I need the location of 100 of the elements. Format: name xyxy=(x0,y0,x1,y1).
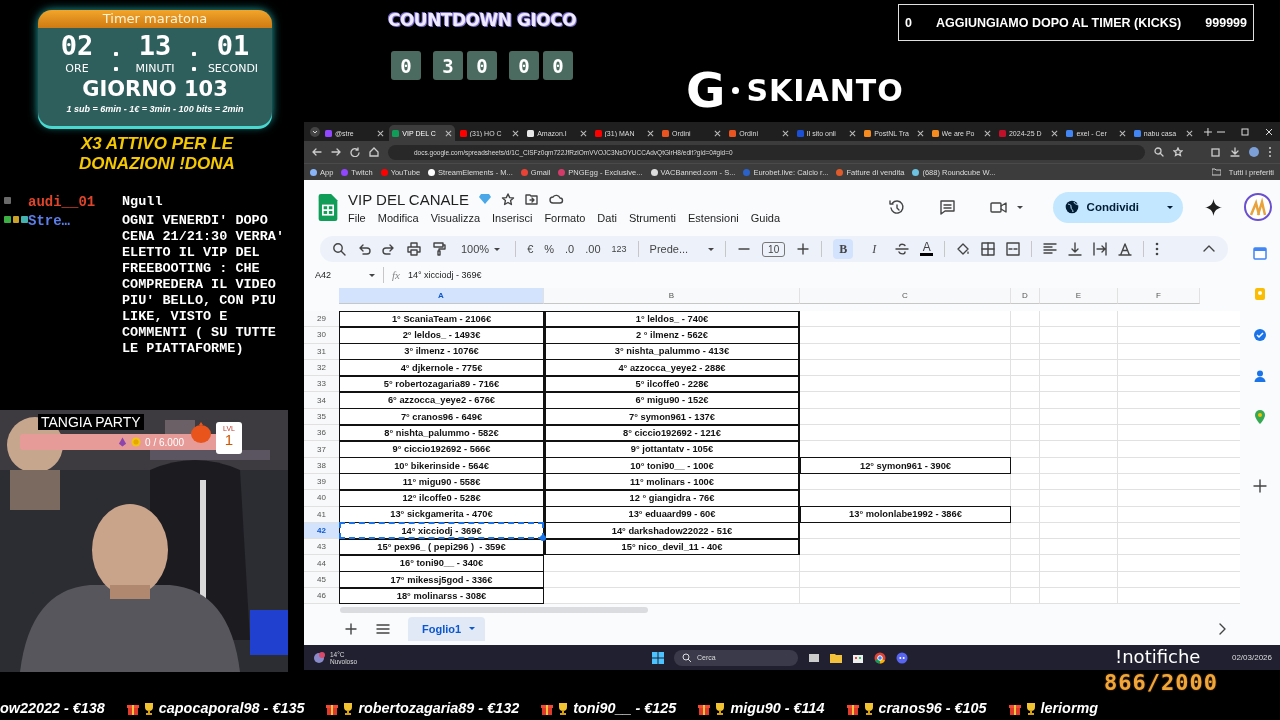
menu-item[interactable]: Strumenti xyxy=(628,211,676,224)
close-icon[interactable] xyxy=(1264,126,1275,137)
strikethrough-icon[interactable] xyxy=(895,242,910,256)
zoom-icon[interactable] xyxy=(1154,147,1164,157)
move-folder-icon[interactable] xyxy=(524,192,539,206)
sheets-logo-icon[interactable] xyxy=(318,193,338,221)
logo-mark: G xyxy=(686,66,726,114)
close-icon[interactable] xyxy=(444,129,452,137)
new-tab-icon[interactable] xyxy=(1204,127,1213,136)
home-icon[interactable] xyxy=(369,147,379,157)
row-number: 30 xyxy=(304,327,339,344)
italic-button[interactable]: I xyxy=(864,239,885,259)
font-select[interactable]: Prede... xyxy=(649,243,715,255)
tasks-icon[interactable] xyxy=(1253,328,1267,342)
menu-item[interactable]: File xyxy=(348,211,366,224)
map-pin-icon[interactable] xyxy=(1253,410,1267,424)
menu-item[interactable]: Guida xyxy=(750,211,781,224)
merge-cells-icon[interactable] xyxy=(1006,242,1021,256)
start-icon[interactable] xyxy=(652,651,664,664)
add-sheet-icon[interactable] xyxy=(344,621,358,636)
contacts-icon[interactable] xyxy=(1253,369,1267,383)
formula-field[interactable]: 14° xicciodj - 369€ xyxy=(407,270,482,280)
redo-icon[interactable] xyxy=(382,242,396,256)
more-vertical-icon[interactable] xyxy=(1155,242,1160,256)
caret-icon xyxy=(1016,205,1023,209)
reload-icon[interactable] xyxy=(350,147,360,157)
scrollbar-thumb[interactable] xyxy=(340,606,648,613)
menu-icon[interactable] xyxy=(376,621,390,636)
decrease-decimals[interactable]: .0 xyxy=(565,243,575,255)
share-button[interactable]: Condividi xyxy=(1052,191,1183,223)
number-format[interactable]: 123 xyxy=(611,244,627,254)
menu-item[interactable]: Modifica xyxy=(377,211,419,224)
text-color-button[interactable]: A xyxy=(920,242,934,256)
undo-icon[interactable] xyxy=(357,242,371,256)
bold-button[interactable]: B xyxy=(833,239,854,259)
currency-format[interactable]: € xyxy=(527,243,534,255)
close-icon[interactable] xyxy=(983,129,991,137)
fill-color-icon[interactable] xyxy=(956,242,971,256)
download-icon[interactable] xyxy=(1230,147,1240,157)
sparkle-icon[interactable] xyxy=(1205,198,1222,216)
folder-icon[interactable] xyxy=(830,651,842,664)
chrome-icon[interactable] xyxy=(874,651,886,664)
forward-icon[interactable] xyxy=(331,147,341,157)
mascot-icon xyxy=(190,422,212,444)
increase-decimals[interactable]: .00 xyxy=(585,243,601,255)
search-icon[interactable] xyxy=(332,242,346,256)
extensions-icon[interactable] xyxy=(1211,147,1221,157)
sheet-tab[interactable]: Foglio1 xyxy=(408,616,486,641)
zoom-select[interactable]: 100% xyxy=(457,243,505,255)
column-header[interactable]: E xyxy=(1040,288,1118,304)
more-icon[interactable] xyxy=(1268,147,1272,157)
trophy-icon xyxy=(557,701,570,715)
column-header[interactable]: C xyxy=(800,288,1011,304)
vertical-align-icon[interactable] xyxy=(1068,242,1083,256)
borders-icon[interactable] xyxy=(981,242,996,256)
back-icon[interactable] xyxy=(312,147,322,157)
close-icon[interactable] xyxy=(1186,129,1194,137)
close-icon[interactable] xyxy=(849,129,857,137)
close-icon[interactable] xyxy=(916,129,924,137)
close-icon[interactable] xyxy=(781,129,789,137)
task-view-icon[interactable] xyxy=(808,651,820,664)
text-rotate-icon[interactable] xyxy=(1118,242,1133,256)
paint-format-icon[interactable] xyxy=(432,242,446,256)
menu-item[interactable]: Estensioni xyxy=(688,211,739,224)
close-icon[interactable] xyxy=(1051,129,1059,137)
plus-icon[interactable] xyxy=(1253,479,1267,493)
table-cell: 7° cranos96 - 649€ xyxy=(339,408,544,426)
tab-list-icon[interactable] xyxy=(310,126,320,137)
close-icon[interactable] xyxy=(1118,129,1126,137)
menu-item[interactable]: Dati xyxy=(597,211,617,224)
close-icon[interactable] xyxy=(512,129,520,137)
plus-icon[interactable] xyxy=(796,242,811,256)
name-box[interactable]: A42 xyxy=(315,270,375,280)
maximize-icon[interactable] xyxy=(1240,126,1251,137)
avatar-icon[interactable] xyxy=(1244,193,1272,221)
print-icon[interactable] xyxy=(407,242,421,256)
font-size-field[interactable]: 10 xyxy=(762,241,786,257)
countdown-digit: 0 xyxy=(467,51,497,80)
menu-item[interactable]: Visualizza xyxy=(430,211,481,224)
column-header[interactable]: D xyxy=(1011,288,1040,304)
crystal-icon xyxy=(118,437,128,447)
text-wrap-icon[interactable] xyxy=(1093,242,1108,256)
close-icon[interactable] xyxy=(714,129,722,137)
comment-icon[interactable] xyxy=(938,198,956,216)
profile-icon[interactable] xyxy=(1249,147,1259,157)
history-icon[interactable] xyxy=(887,198,905,216)
chat-app-icon[interactable] xyxy=(896,651,908,664)
close-icon[interactable] xyxy=(579,129,587,137)
column-header[interactable]: A xyxy=(339,288,544,304)
close-icon[interactable] xyxy=(646,129,654,137)
column-header[interactable]: B xyxy=(544,288,800,304)
document-title[interactable]: VIP DEL CANALE xyxy=(348,190,469,208)
menu-item[interactable]: Formato xyxy=(544,211,586,224)
percent-format[interactable]: % xyxy=(544,243,555,255)
close-icon[interactable] xyxy=(377,129,385,137)
column-header[interactable]: F xyxy=(1118,288,1200,304)
menu-item[interactable]: Inserisci xyxy=(492,211,533,224)
calendar-icon[interactable] xyxy=(1253,246,1267,260)
align-icon[interactable] xyxy=(1043,242,1058,256)
star-icon[interactable] xyxy=(500,192,515,206)
